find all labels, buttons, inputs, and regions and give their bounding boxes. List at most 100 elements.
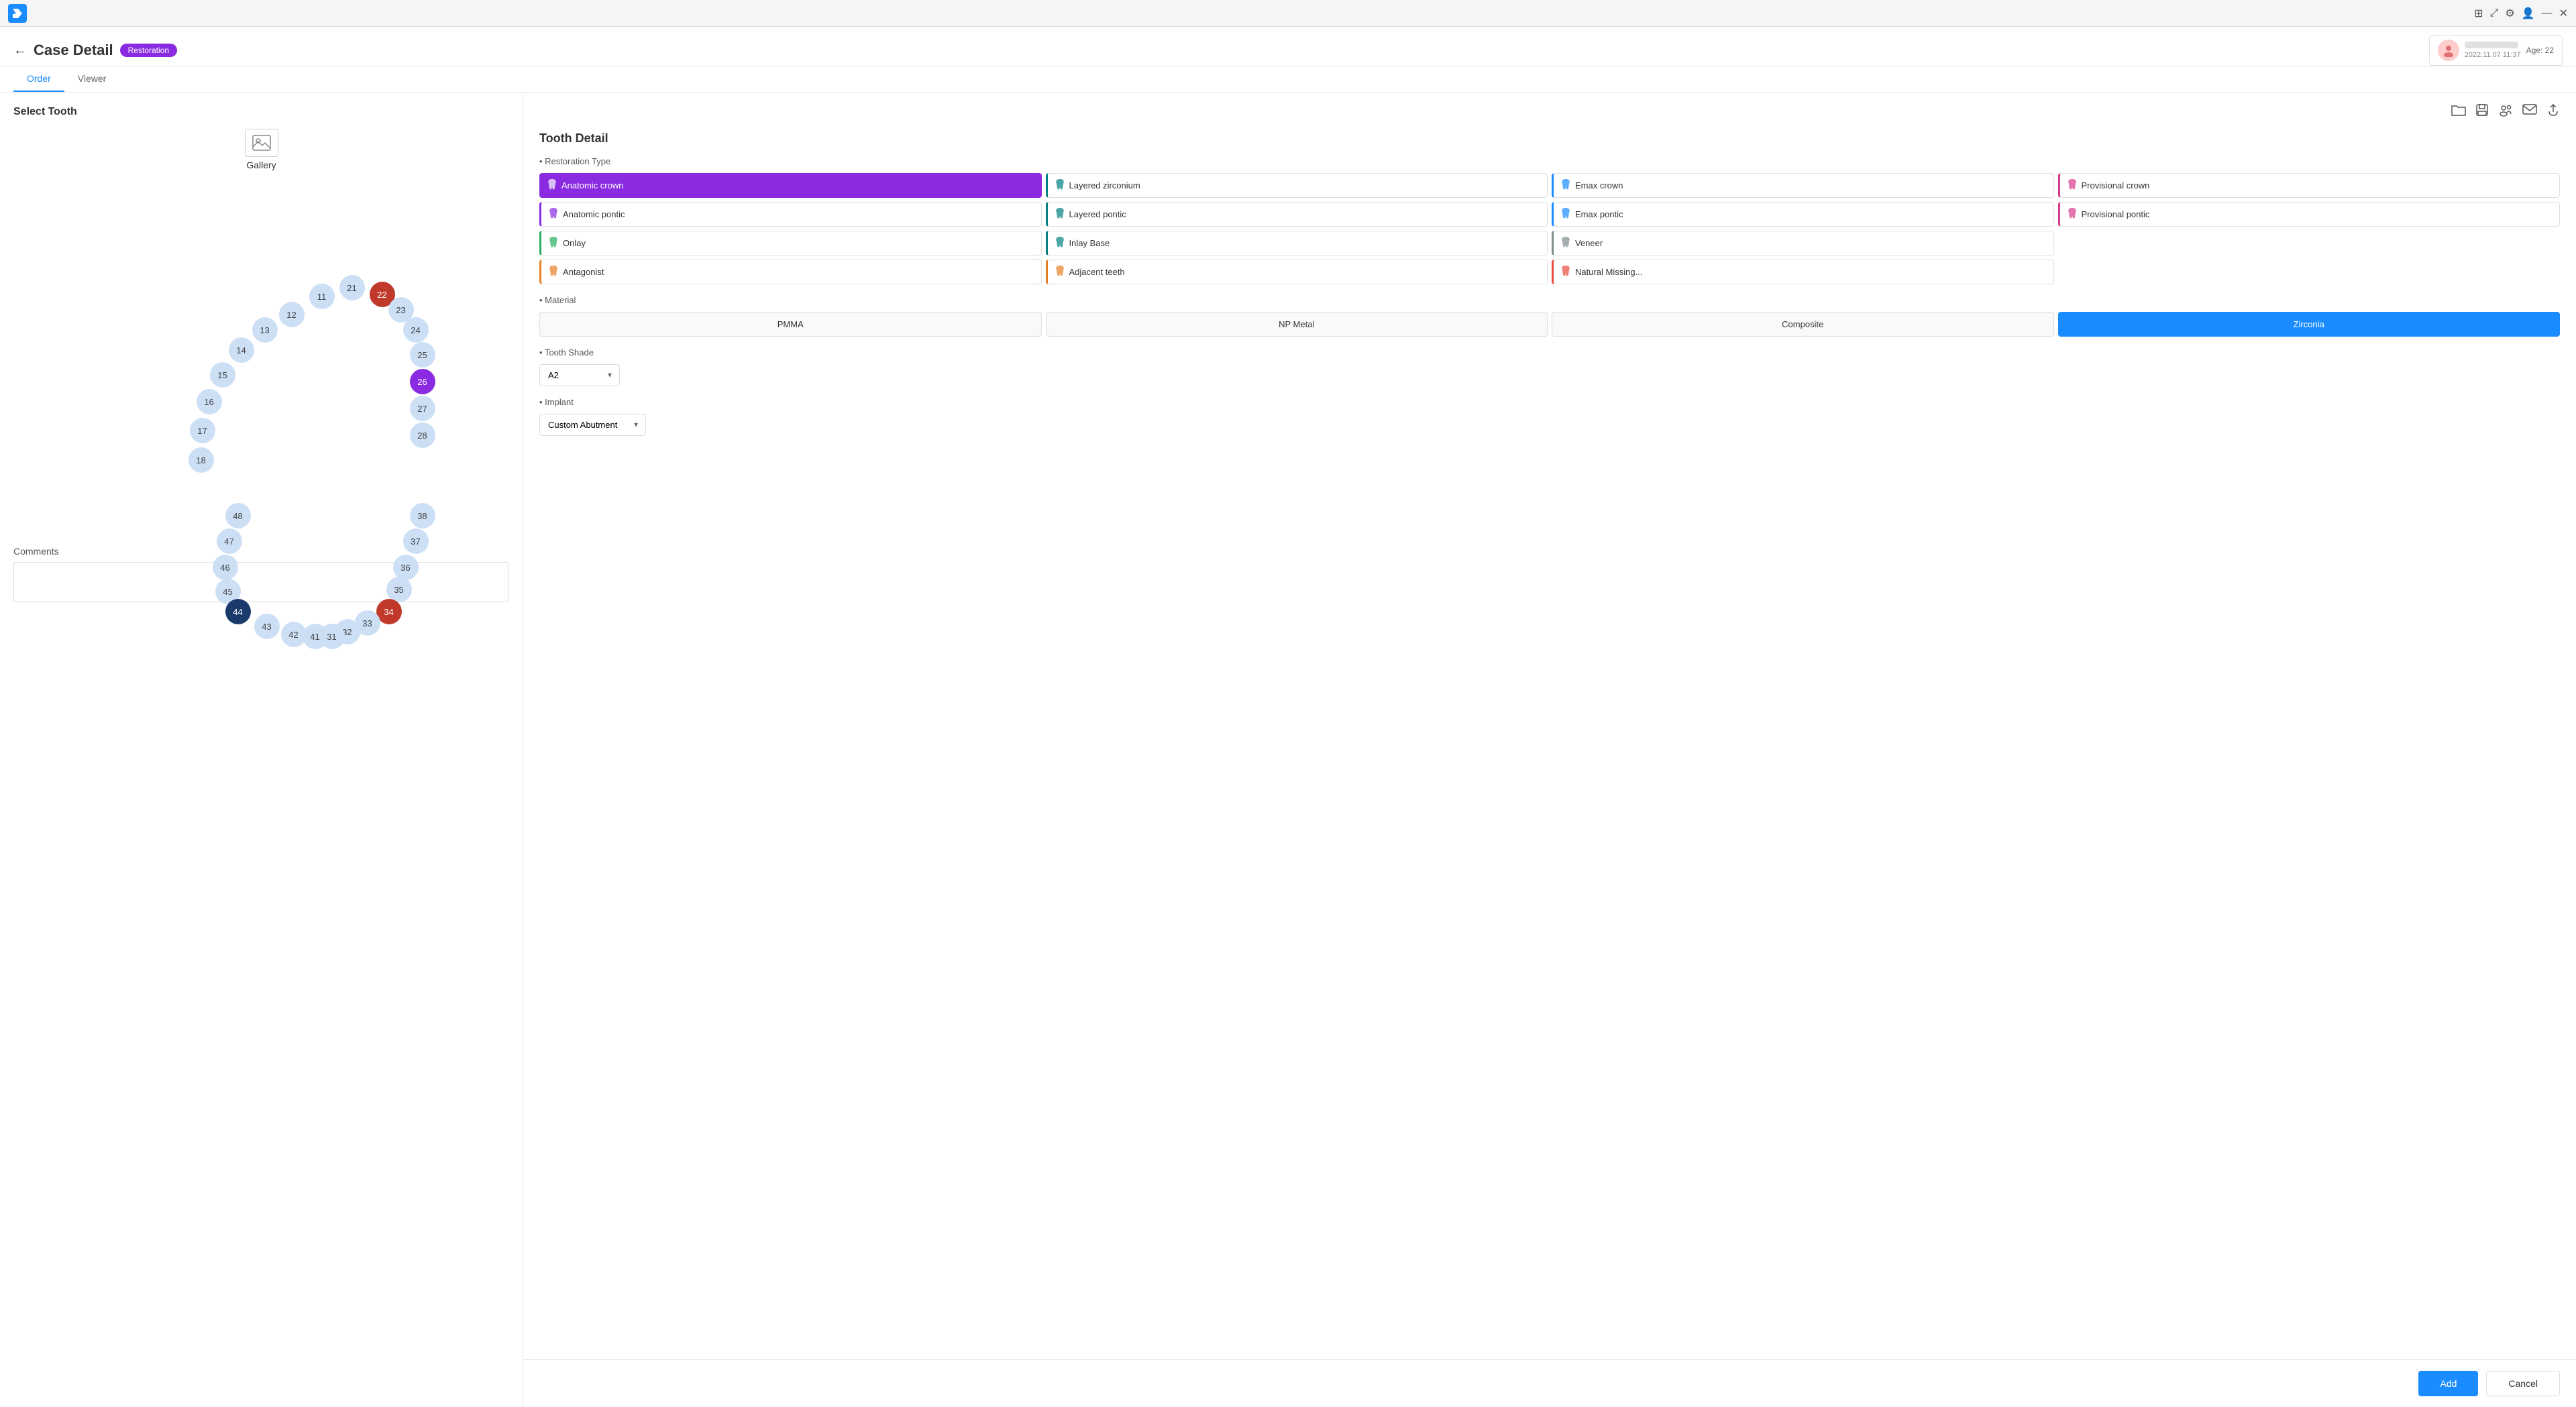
save-icon[interactable] [2475, 103, 2489, 121]
tooth-18[interactable]: 18 [189, 447, 214, 473]
tooth-icon-9 [1055, 237, 1065, 249]
tab-order[interactable]: Order [13, 66, 64, 92]
restoration-type-8[interactable]: Onlay [539, 231, 1042, 256]
folder-icon[interactable] [2451, 103, 2466, 121]
tooth-44[interactable]: 44 [225, 599, 251, 624]
material-label: Material [539, 295, 2560, 305]
tooth-16[interactable]: 16 [197, 389, 222, 414]
export-icon[interactable] [2546, 103, 2560, 121]
restoration-label-6: Emax pontic [1575, 209, 1623, 219]
back-button[interactable]: ← [13, 43, 27, 58]
tooth-detail-title: Tooth Detail [539, 131, 2560, 146]
tooth-icon-14 [1560, 266, 1571, 278]
patient-name [2465, 42, 2518, 48]
restoration-badge: Restoration [120, 44, 177, 57]
mail-icon[interactable] [2522, 103, 2537, 121]
tooth-17[interactable]: 17 [190, 418, 215, 443]
material-btn-composite[interactable]: Composite [1552, 312, 2054, 337]
minimize-button[interactable]: — [2542, 7, 2553, 19]
tooth-14[interactable]: 14 [229, 337, 254, 363]
restoration-type-12[interactable]: Antagonist [539, 260, 1042, 284]
tooth-24[interactable]: 24 [403, 317, 429, 343]
restoration-type-7[interactable]: Provisional pontic [2058, 202, 2561, 227]
titlebar-actions: ⊞ ⤢ ⚙ 👤 — ✕ [2474, 7, 2568, 20]
restoration-type-1[interactable]: Layered zirconium [1046, 173, 1548, 198]
settings-icon[interactable]: ⚙ [2505, 7, 2514, 20]
restoration-type-6[interactable]: Emax pontic [1552, 202, 2054, 227]
tooth-47[interactable]: 47 [217, 528, 242, 554]
gallery-button[interactable]: Gallery [13, 129, 509, 170]
tooth-46[interactable]: 46 [213, 555, 238, 580]
restoration-type-13[interactable]: Adjacent teeth [1046, 260, 1548, 284]
tooth-37[interactable]: 37 [403, 528, 429, 554]
layout-icon[interactable]: ⤢ [2490, 7, 2499, 19]
tooth-icon-1 [1055, 179, 1065, 192]
add-panel-icon[interactable]: ⊞ [2474, 7, 2483, 20]
restoration-label-0: Anatomic crown [561, 180, 623, 190]
restoration-type-9[interactable]: Inlay Base [1046, 231, 1548, 256]
restoration-label-9: Inlay Base [1069, 238, 1110, 248]
comments-label: Comments [13, 546, 509, 557]
comments-input[interactable] [13, 562, 509, 602]
implant-select[interactable]: NoneCustom AbutmentStandard Abutment [539, 414, 646, 436]
tooth-48[interactable]: 48 [225, 503, 251, 528]
tooth-13[interactable]: 13 [252, 317, 278, 343]
bottom-actions: Add Cancel [523, 1359, 2576, 1407]
main-content: Select Tooth Gallery 1211212213231424152… [0, 93, 2576, 1407]
tooth-icon-10 [1560, 237, 1571, 249]
close-button[interactable]: ✕ [2559, 7, 2568, 20]
restoration-label-14: Natural Missing... [1575, 267, 1642, 277]
tooth-11[interactable]: 11 [309, 284, 335, 309]
restoration-type-10[interactable]: Veneer [1552, 231, 2054, 256]
header-right: 2022.11.07 11:37 Age: 22 [2429, 35, 2563, 66]
tooth-12[interactable]: 12 [279, 302, 305, 327]
tooth-15[interactable]: 15 [210, 362, 235, 388]
comments-section: Comments [13, 546, 509, 604]
patient-info: 2022.11.07 11:37 [2465, 42, 2521, 59]
header-left: ← Case Detail Restoration [13, 42, 177, 59]
restoration-type-0[interactable]: Anatomic crown [539, 173, 1042, 198]
tooth-43[interactable]: 43 [254, 614, 280, 639]
restoration-label-1: Layered zirconium [1069, 180, 1140, 190]
restoration-type-grid: Anatomic crown Layered zirconium Emax crow… [539, 173, 2560, 284]
page-title: Case Detail [34, 42, 113, 59]
tooth-38[interactable]: 38 [410, 503, 435, 528]
logo-icon [8, 4, 27, 23]
restoration-type-4[interactable]: Anatomic pontic [539, 202, 1042, 227]
tooth-25[interactable]: 25 [410, 342, 435, 368]
tooth-27[interactable]: 27 [410, 396, 435, 421]
gallery-label: Gallery [246, 160, 276, 170]
tooth-icon-8 [548, 237, 559, 249]
header: ← Case Detail Restoration 2022.11.07 11:… [0, 27, 2576, 66]
restoration-label-8: Onlay [563, 238, 586, 248]
implant-select-wrapper: NoneCustom AbutmentStandard Abutment [539, 414, 646, 436]
cancel-button[interactable]: Cancel [2486, 1371, 2560, 1396]
tooth-chart: 1211212213231424152516261727182848384737… [94, 184, 429, 532]
restoration-label-4: Anatomic pontic [563, 209, 625, 219]
restoration-type-14[interactable]: Natural Missing... [1552, 260, 2054, 284]
implant-select-row: NoneCustom AbutmentStandard Abutment [539, 414, 2560, 436]
tooth-21[interactable]: 21 [339, 275, 365, 300]
restoration-type-5[interactable]: Layered pontic [1046, 202, 1548, 227]
restoration-label-3: Provisional crown [2082, 180, 2150, 190]
restoration-label-12: Antagonist [563, 267, 604, 277]
tooth-26[interactable]: 26 [410, 369, 435, 394]
tooth-shade-select[interactable]: A1A2A3A3.5B1B2 [539, 364, 620, 386]
tooth-shade-select-wrapper: A1A2A3A3.5B1B2 [539, 364, 620, 386]
material-btn-zirconia[interactable]: Zirconia [2058, 312, 2561, 337]
add-button[interactable]: Add [2418, 1371, 2478, 1396]
material-btn-np-metal[interactable]: NP Metal [1046, 312, 1548, 337]
restoration-type-2[interactable]: Emax crown [1552, 173, 2054, 198]
tooth-28[interactable]: 28 [410, 423, 435, 448]
right-panel-wrapper: Tooth Detail Restoration Type Anatomic c… [523, 93, 2576, 1407]
tab-viewer[interactable]: Viewer [64, 66, 120, 92]
material-btn-pmma[interactable]: PMMA [539, 312, 1042, 337]
profile-icon[interactable]: 👤 [2522, 7, 2535, 20]
tooth-icon-7 [2067, 208, 2078, 221]
tooth-icon-3 [2067, 179, 2078, 192]
tooth-icon-12 [548, 266, 559, 278]
share-users-icon[interactable] [2498, 103, 2513, 121]
app-logo [8, 4, 27, 23]
restoration-type-3[interactable]: Provisional crown [2058, 173, 2561, 198]
tooth-31[interactable]: 31 [319, 624, 345, 649]
